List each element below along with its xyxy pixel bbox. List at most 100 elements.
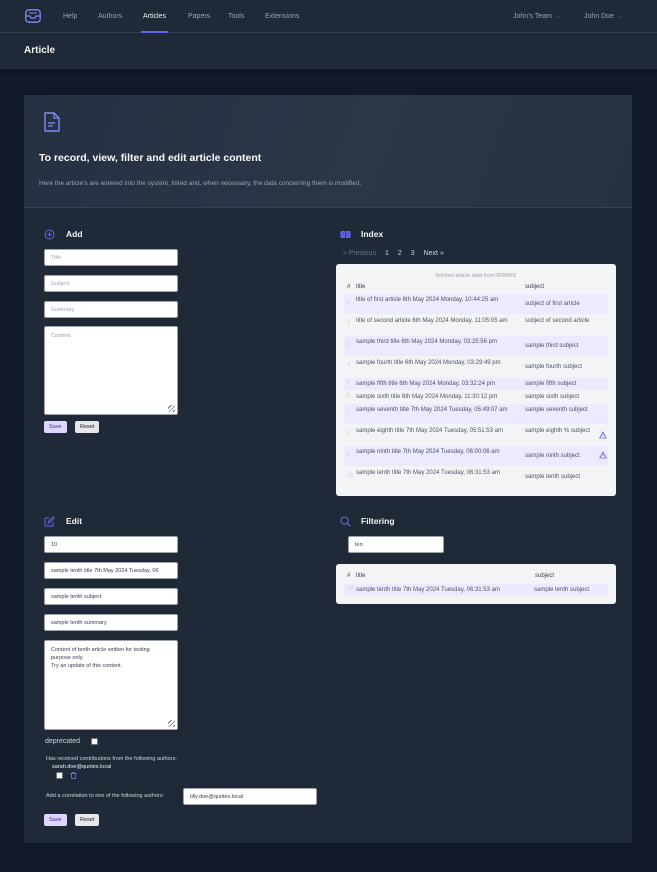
col-header-subject: subject [525, 284, 545, 290]
inbox-logo-icon[interactable] [25, 9, 41, 23]
trash-icon[interactable] [70, 772, 77, 779]
top-navbar: Help Authors Articles Papers Tools Exten… [0, 0, 657, 33]
add-reset-button[interactable]: Reset [75, 421, 100, 433]
table-row[interactable]: 10 sample tenth title 7th May 2024 Tuesd… [344, 467, 608, 487]
deprecated-checkbox[interactable] [91, 738, 98, 745]
row-title: sample sixth title 6th May 2024 Monday, … [356, 394, 498, 400]
edit-content-textarea[interactable]: Content of tenth article written for tes… [44, 640, 178, 730]
row-subject: subject of second article [525, 318, 590, 324]
add-content-textarea[interactable]: Content [44, 326, 178, 415]
plus-circle-icon [44, 229, 55, 240]
nav-tools[interactable]: Tools [228, 0, 244, 33]
row-subject: sample tenth subject [534, 587, 590, 593]
nav-articles[interactable]: Articles [141, 0, 168, 33]
table-row[interactable]: 10 sample tenth title 7th May 2024 Tuesd… [344, 584, 608, 596]
row-title: sample third title 6th May 2024 Monday, … [356, 339, 497, 345]
search-icon [340, 516, 351, 527]
edit-id-input[interactable]: 10 [44, 536, 178, 553]
user-dropdown[interactable]: John Doe ⌄ [584, 0, 623, 33]
row-index: 5 [347, 380, 351, 386]
book-open-icon [340, 231, 351, 238]
row-index: 1 [347, 300, 351, 306]
row-subject: sample ninth subject [525, 453, 580, 459]
nav-extensions[interactable]: Extensions [265, 0, 299, 33]
edit-pencil-icon [44, 516, 55, 527]
edit-save-button[interactable]: Save [44, 814, 67, 826]
pagination-page-3[interactable]: 3 [411, 250, 415, 257]
nav-authors[interactable]: Authors [98, 0, 122, 33]
edit-title-input[interactable]: sample tenth title 7th May 2024 Tuesday,… [44, 562, 178, 579]
row-subject: sample eighth % subject [525, 428, 591, 434]
add-title-input[interactable]: Title [44, 249, 178, 266]
edit-reset-button[interactable]: Reset [75, 814, 100, 826]
pagination-page-2[interactable]: 2 [398, 250, 402, 257]
filter-table-panel: # title subject 10 sample tenth title 7t… [336, 564, 616, 604]
row-title: title of first article 6th May 2024 Mond… [356, 297, 499, 303]
table-row[interactable]: 3 sample third title 6th May 2024 Monday… [344, 336, 608, 356]
add-summary-input[interactable]: Summary [44, 301, 178, 318]
table-row[interactable]: 9 sample ninth title 7th May 2024 Tuesda… [344, 446, 608, 466]
col-header-subject: subject [535, 573, 555, 579]
filtering-section-title: Filtering [361, 516, 395, 526]
main-card: To record, view, filter and edit article… [24, 95, 632, 843]
col-header-num: # [347, 284, 351, 290]
row-subject: sample seventh subject [525, 407, 588, 413]
index-section-title: Index [361, 229, 384, 239]
intro-title: To record, view, filter and edit article… [39, 152, 262, 164]
pagination-previous[interactable]: « Previous [343, 250, 376, 257]
table-row[interactable]: 1 title of first article 6th May 2024 Mo… [344, 294, 608, 314]
row-title: sample fifth title 6th May 2024 Monday, … [356, 381, 495, 387]
row-index: 10 [347, 586, 354, 592]
team-dropdown[interactable]: John's Team ⌄ [513, 0, 561, 33]
warning-triangle-icon[interactable] [599, 431, 607, 439]
row-index: 2 [347, 321, 351, 327]
resize-grip-icon[interactable] [168, 405, 175, 412]
team-name: John's Team [513, 13, 552, 20]
add-subject-input[interactable]: Subject [44, 275, 178, 292]
table-row[interactable]: 6 sample sixth title 6th May 2024 Monday… [344, 391, 608, 403]
pagination: « Previous 1 2 3 Next » [343, 250, 451, 257]
contributions-label: Has received contributions from the foll… [46, 756, 177, 762]
table-row[interactable]: 8 sample eighth title 7th May 2024 Tuesd… [344, 425, 608, 445]
correlation-author-input[interactable]: tilly.doe@quotes.local [183, 788, 317, 805]
resize-grip-icon[interactable] [168, 720, 175, 727]
nav-help[interactable]: Help [63, 0, 77, 33]
edit-content-line: Try an update of this content. [51, 663, 123, 669]
contributor-email: sarah.doe@quotes.local [52, 764, 112, 770]
table-caption: fetched article data from RDBMS [435, 273, 517, 279]
warning-triangle-icon[interactable] [599, 451, 607, 459]
row-index: 4 [347, 363, 351, 369]
table-row[interactable]: 4 sample fourth title 6th May 2024 Monda… [344, 357, 608, 377]
nav-papers[interactable]: Papers [188, 0, 210, 33]
user-name: John Doe [584, 13, 614, 20]
add-save-button[interactable]: Save [44, 421, 67, 433]
col-header-title: title [356, 284, 366, 290]
index-table-panel: fetched article data from RDBMS # title … [336, 264, 616, 496]
chevron-down-icon: ⌄ [555, 14, 561, 20]
pagination-page-1[interactable]: 1 [385, 250, 389, 257]
row-title: sample tenth title 7th May 2024 Tuesday,… [356, 587, 500, 593]
edit-subject-input[interactable]: sample tenth subject [44, 588, 178, 605]
table-row[interactable]: 2 title of second article 6th May 2024 M… [344, 315, 608, 335]
add-content-placeholder: Content [51, 333, 71, 339]
edit-content-line: purpose only. [51, 655, 84, 661]
filter-search-input[interactable]: ten [348, 536, 444, 553]
row-title: sample ninth title 7th May 2024 Tuesday,… [356, 449, 500, 455]
row-subject: sample sixth subject [525, 394, 580, 400]
intro-description: Here the article's are entered into the … [39, 180, 362, 187]
table-row[interactable]: 7 sample seventh title 7th May 2024 Tues… [344, 404, 608, 424]
row-subject: sample tenth subject [525, 474, 581, 480]
table-row[interactable]: 5 sample fifth title 6th May 2024 Monday… [344, 378, 608, 390]
edit-summary-input[interactable]: sample tenth summary [44, 614, 178, 631]
page-header: Article [0, 33, 657, 70]
row-title: title of second article 6th May 2024 Mon… [356, 318, 508, 324]
row-subject: sample fifth subject [525, 381, 577, 387]
contributor-checkbox[interactable] [56, 772, 63, 779]
row-title: sample seventh title 7th May 2024 Tuesda… [356, 407, 508, 413]
edit-section-title: Edit [66, 516, 83, 526]
row-index: 10 [347, 473, 354, 479]
intro-section: To record, view, filter and edit article… [24, 95, 632, 208]
pagination-next[interactable]: Next » [424, 250, 444, 257]
deprecated-label: deprecated [45, 738, 81, 745]
row-index: 9 [347, 452, 351, 458]
